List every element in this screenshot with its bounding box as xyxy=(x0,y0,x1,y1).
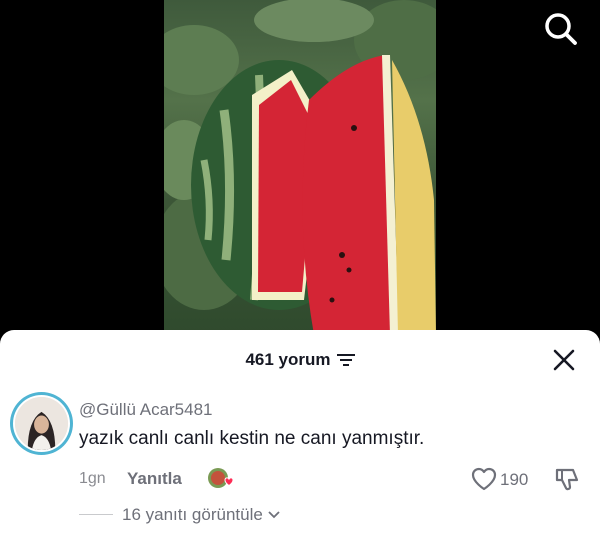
comments-header: 461 yorum xyxy=(0,330,600,388)
comment-count-row: 461 yorum xyxy=(0,350,600,370)
watermelon-image xyxy=(164,0,436,335)
avatar[interactable] xyxy=(10,392,73,455)
video-player[interactable] xyxy=(0,0,600,345)
video-frame-watermelon[interactable] xyxy=(164,0,436,335)
view-replies-label: 16 yanıtı görüntüle xyxy=(122,505,263,524)
dislike-button[interactable] xyxy=(553,465,581,493)
creator-liked-badge xyxy=(206,466,234,492)
close-button[interactable] xyxy=(551,347,577,373)
replies-divider xyxy=(79,514,113,515)
reply-button[interactable]: Yanıtla xyxy=(127,469,182,489)
like-count: 190 xyxy=(500,470,529,489)
comment-text: yazık canlı canlı kestin ne canı yanmışt… xyxy=(79,428,425,449)
search-button[interactable] xyxy=(542,10,580,48)
view-replies-button[interactable]: 16 yanıtı görüntüle xyxy=(122,505,281,525)
avatar-photo xyxy=(15,397,68,450)
creator-liked-icon xyxy=(208,468,234,488)
heart-icon xyxy=(471,467,497,491)
comment-time: 1gn xyxy=(79,470,106,487)
comment-username[interactable]: @Güllü Acar5481 xyxy=(79,400,213,420)
like-button[interactable] xyxy=(470,465,498,493)
close-icon xyxy=(553,349,575,371)
chevron-down-icon xyxy=(268,511,280,519)
search-icon xyxy=(545,13,577,45)
comment-count: 461 yorum xyxy=(245,350,331,369)
dislike-icon xyxy=(555,468,579,491)
sort-icon[interactable] xyxy=(336,353,355,367)
